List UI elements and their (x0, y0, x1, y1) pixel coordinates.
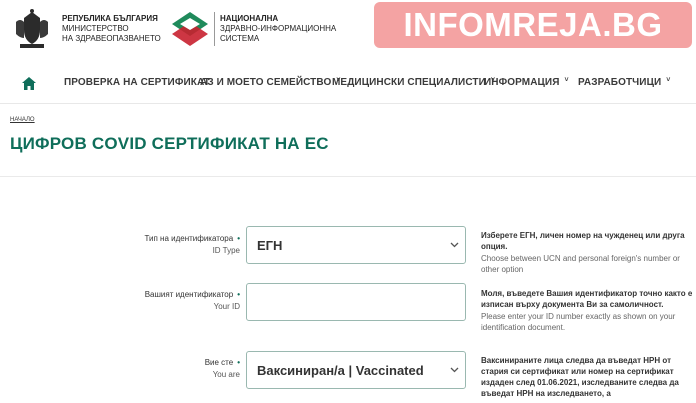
main-nav: ПРОВЕРКА НА СЕРТИФИКАТ АЗ И МОЕТО СЕМЕЙС… (0, 64, 696, 104)
nhis-line-2: ЗДРАВНО-ИНФОРМАЦИОННА (220, 24, 337, 33)
you-are-help: Ваксинираните лица следва да въведат НРН… (481, 355, 693, 399)
watermark-banner: INFOMREJA.BG (374, 2, 692, 48)
nav-item-me-and-family[interactable]: АЗ И МОЕТО СЕМЕЙСТВО ˅ (200, 77, 341, 88)
id-type-select[interactable]: ЕГН (246, 226, 466, 264)
your-id-label: Вашият идентификатор • Your ID (96, 289, 240, 313)
you-are-label-en: You are (212, 370, 240, 379)
nav-item-label: МЕДИЦИНСКИ СПЕЦИАЛИСТИ (332, 77, 486, 88)
chevron-down-icon (450, 367, 459, 373)
required-marker: • (237, 358, 240, 367)
ministry-line-2: МИНИСТЕРСТВО (62, 24, 129, 33)
section-divider (0, 176, 696, 177)
ministry-name: РЕПУБЛИКА БЪЛГАРИЯ МИНИСТЕРСТВО НА ЗДРАВ… (62, 14, 161, 44)
coat-of-arms-logo[interactable] (10, 8, 54, 52)
id-type-label-bg: Тип на идентификатора • (144, 234, 240, 243)
you-are-help-bg: Ваксинираните лица следва да въведат НРН… (481, 356, 679, 398)
nav-item-label: ПРОВЕРКА НА СЕРТИФИКАТ (64, 77, 210, 88)
chevron-down-icon: ˅ (666, 77, 671, 84)
your-id-help-bg: Моля, въведете Вашия идентификатор точно… (481, 289, 693, 309)
nhis-line-3: СИСТЕМА (220, 34, 260, 43)
you-are-selected-value: Ваксиниран/а | Vaccinated (257, 363, 424, 378)
nav-item-label: АЗ И МОЕТО СЕМЕЙСТВО (200, 77, 332, 88)
nav-item-label: ИНФОРМАЦИЯ (484, 77, 560, 88)
id-type-label: Тип на идентификатора • ID Type (96, 233, 240, 257)
page-title: ЦИФРОВ COVID СЕРТИФИКАТ НА ЕС (10, 134, 329, 153)
nav-item-check-certificate[interactable]: ПРОВЕРКА НА СЕРТИФИКАТ (64, 77, 210, 88)
home-icon[interactable] (22, 77, 36, 90)
you-are-label-bg: Вие сте • (204, 358, 240, 367)
nav-item-medical-specialists[interactable]: МЕДИЦИНСКИ СПЕЦИАЛИСТИ ˅ (332, 77, 495, 88)
id-type-label-en: ID Type (212, 246, 240, 255)
ministry-line-3: НА ЗДРАВЕОПАЗВАНЕТО (62, 34, 161, 43)
your-id-help-en: Please enter your ID number exactly as s… (481, 312, 676, 332)
nav-item-developers[interactable]: РАЗРАБОТЧИЦИ ˅ (578, 77, 670, 88)
your-id-label-bg: Вашият идентификатор • (144, 290, 240, 299)
id-type-help-bg: Изберете ЕГН, личен номер на чужденец ил… (481, 231, 685, 251)
logo-divider (214, 12, 215, 46)
your-id-input[interactable] (246, 283, 466, 321)
breadcrumb-home-link[interactable]: НАЧАЛО (10, 117, 35, 123)
nhis-name: НАЦИОНАЛНА ЗДРАВНО-ИНФОРМАЦИОННА СИСТЕМА (220, 14, 336, 44)
chevron-down-icon (450, 242, 459, 248)
nav-item-label: РАЗРАБОТЧИЦИ (578, 77, 662, 88)
required-marker: • (237, 234, 240, 243)
site-header: РЕПУБЛИКА БЪЛГАРИЯ МИНИСТЕРСТВО НА ЗДРАВ… (0, 0, 696, 64)
your-id-label-en: Your ID (213, 302, 240, 311)
chevron-down-icon: ˅ (564, 77, 569, 84)
nhis-line-1: НАЦИОНАЛНА (220, 14, 279, 23)
id-type-help-en: Choose between UCN and personal foreign'… (481, 254, 680, 274)
nhis-logo[interactable] (170, 10, 210, 50)
your-id-help: Моля, въведете Вашия идентификатор точно… (481, 288, 693, 333)
id-type-selected-value: ЕГН (257, 238, 283, 253)
required-marker: • (237, 290, 240, 299)
id-type-help: Изберете ЕГН, личен номер на чужденец ил… (481, 230, 693, 275)
you-are-label: Вие сте • You are (96, 357, 240, 381)
nav-item-information[interactable]: ИНФОРМАЦИЯ ˅ (484, 77, 569, 88)
you-are-select[interactable]: Ваксиниран/а | Vaccinated (246, 351, 466, 389)
ministry-line-1: РЕПУБЛИКА БЪЛГАРИЯ (62, 14, 158, 23)
